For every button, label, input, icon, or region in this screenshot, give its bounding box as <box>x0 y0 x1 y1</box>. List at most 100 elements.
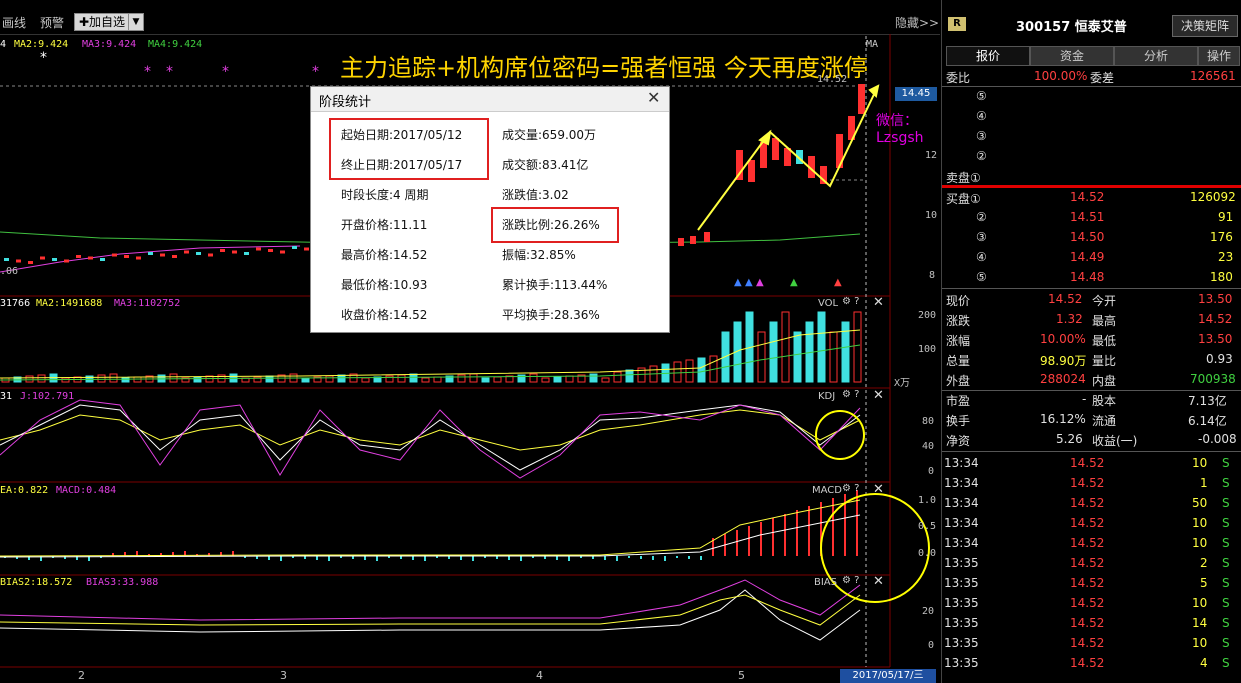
price-axis-8: 8 <box>929 270 936 281</box>
low-price: 最低价格:10.93 <box>341 278 428 292</box>
tick-time: 13:34 <box>944 516 979 530</box>
volume-bar <box>421 377 430 383</box>
tick-time: 13:34 <box>944 476 979 490</box>
macd-settings-gear-icon[interactable]: ⚙ ? <box>842 483 859 494</box>
svg-text:▲: ▲ <box>756 277 764 288</box>
tick-price: 14.52 <box>1070 616 1105 630</box>
macd-bar <box>520 556 522 561</box>
kdj-legend-1: 31 <box>0 391 13 402</box>
macd-bar <box>604 556 606 560</box>
candle <box>244 252 249 255</box>
tab-analysis[interactable]: 分析 <box>1114 46 1198 66</box>
bias-close-icon[interactable]: ✕ <box>873 574 884 589</box>
macd-bar <box>280 556 282 561</box>
decision-matrix-button[interactable]: 决策矩阵 <box>1172 15 1238 37</box>
vol-axis-100: 100 <box>918 344 937 355</box>
candle <box>76 255 81 258</box>
change-value: 涨跌值:3.02 <box>502 188 569 202</box>
price-axis-10: 10 <box>925 210 938 221</box>
kdj-settings-gear-icon[interactable]: ⚙ ? <box>842 389 859 400</box>
svg-text:*: * <box>40 50 47 66</box>
sell-level-4: ④ <box>976 109 987 123</box>
macd-bars <box>4 490 858 561</box>
tick-side: S <box>1222 576 1230 590</box>
tick-volume: 2 <box>1200 556 1208 570</box>
volume-bar <box>589 373 598 383</box>
tick-time: 13:35 <box>944 656 979 670</box>
macd-close-icon[interactable]: ✕ <box>873 482 884 497</box>
quote-row-outer: 外盘 288024 内盘 700938 <box>946 372 1236 388</box>
end-date: 终止日期:2017/05/17 <box>341 158 463 172</box>
candle <box>220 249 225 252</box>
macd-bar <box>472 556 474 561</box>
r-badge: R <box>948 17 966 31</box>
dialog-title: 阶段统计 <box>319 95 372 110</box>
dialog-close-icon[interactable]: ✕ <box>647 88 660 107</box>
candle <box>280 250 285 254</box>
volume-bar <box>829 331 838 383</box>
candle <box>304 247 309 251</box>
volume-bar <box>769 321 778 383</box>
tick-row: 13:34 14.52 10 S <box>942 513 1241 533</box>
cursor-date-tag: 2017/05/17/三 <box>840 669 936 683</box>
x-label-4: 4 <box>536 669 543 682</box>
macd-legend-2: MACD:0.484 <box>56 485 117 496</box>
buy-level-3: ③ 14.50 176 <box>976 230 1233 244</box>
volume-bar <box>97 374 106 383</box>
candle <box>64 259 69 263</box>
svg-text:*: * <box>312 64 319 80</box>
tick-side: S <box>1222 536 1230 550</box>
tick-price: 14.52 <box>1070 596 1105 610</box>
macd-bar <box>460 556 462 560</box>
signal-stars: * * * * * <box>40 50 319 80</box>
fund-row-pe: 市盈 - 股本 7.13亿 <box>946 392 1227 408</box>
tab-funds[interactable]: 资金 <box>1030 46 1114 66</box>
volume-bar <box>325 375 334 383</box>
macd-bar <box>760 522 762 556</box>
buy-level-5: ⑤ 14.48 180 <box>976 270 1233 284</box>
candle <box>232 250 237 254</box>
kdj-close-icon[interactable]: ✕ <box>873 388 884 403</box>
tab-operate[interactable]: 操作 <box>1198 46 1240 66</box>
quote-row-change: 涨跌 1.32 最高 14.52 <box>946 312 1233 328</box>
volume-bar <box>853 311 862 383</box>
svg-text:▲: ▲ <box>745 277 753 288</box>
x-label-3: 3 <box>280 669 287 682</box>
kdj-axis-40: 40 <box>922 441 935 452</box>
change-pct: 涨跌比例:26.26% <box>502 218 600 232</box>
svg-text:▲: ▲ <box>734 277 742 288</box>
current-price-tag: 14.45 <box>895 87 937 101</box>
tick-price: 14.52 <box>1070 476 1105 490</box>
volume-bar <box>193 376 202 383</box>
sell-level-5: ⑤ <box>976 89 987 103</box>
macd-bar <box>616 556 618 561</box>
tick-time: 13:34 <box>944 496 979 510</box>
macd-bar <box>568 556 570 561</box>
vol-close-icon[interactable]: ✕ <box>873 295 884 310</box>
tick-time: 13:35 <box>944 636 979 650</box>
bias-settings-gear-icon[interactable]: ⚙ ? <box>842 575 859 586</box>
volume-bar <box>469 373 478 383</box>
chart-area[interactable]: 画线 预警 ✚加自选 ▼ 隐藏>> 4 MA2:9.424 MA3:9.424 … <box>0 0 940 683</box>
candle <box>208 253 213 257</box>
candle <box>28 261 33 264</box>
vol-legend-1: 31766 <box>0 298 31 309</box>
volume-bar <box>397 374 406 383</box>
tick-volume: 1 <box>1200 476 1208 490</box>
volume-bar <box>361 377 370 383</box>
volume-bar <box>409 373 418 383</box>
tab-quote[interactable]: 报价 <box>946 46 1030 66</box>
macd-bar <box>772 518 774 556</box>
tick-volume: 4 <box>1200 656 1208 670</box>
sell-level-1: 卖盘① <box>946 171 981 185</box>
kdj-legend-2: J:102.791 <box>20 391 75 402</box>
tick-volume: 5 <box>1200 576 1208 590</box>
vol-settings-gear-icon[interactable]: ⚙ ? <box>842 296 859 307</box>
dialog-title-bar[interactable]: 阶段统计 ✕ <box>311 87 669 112</box>
tick-price: 14.52 <box>1070 576 1105 590</box>
tick-row: 13:35 14.52 2 S <box>942 553 1241 573</box>
tick-volume: 10 <box>1192 636 1208 650</box>
period-stats-dialog: 阶段统计 ✕ 起始日期:2017/05/12 终止日期:2017/05/17 时… <box>310 86 670 333</box>
svg-text:▲: ▲ <box>790 277 798 288</box>
tick-side: S <box>1222 596 1230 610</box>
